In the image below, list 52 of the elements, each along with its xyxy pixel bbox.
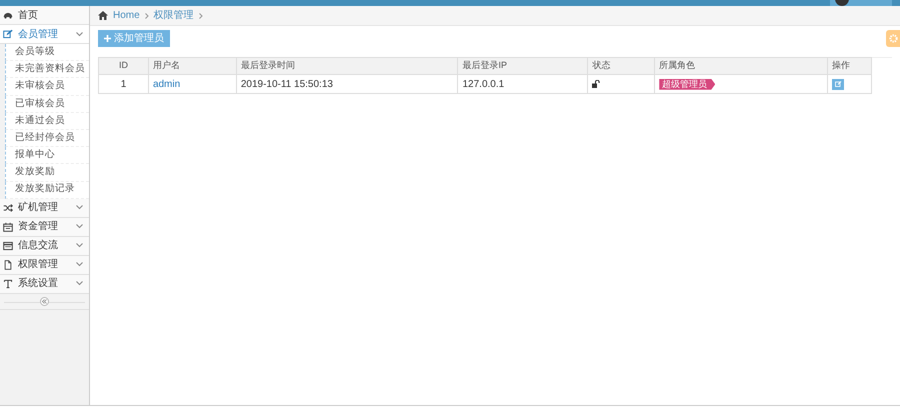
column-header: 用户名 [148,58,236,74]
double-chevron-left-icon [42,298,47,304]
edit-button[interactable] [832,78,844,90]
column-header: 状态 [588,58,655,74]
settings-icon [888,34,898,43]
window-icon [3,240,13,251]
submenu-item[interactable]: 已经封停会员 [5,130,89,148]
table-cell: 127.0.0.1 [458,74,588,94]
chevron-down-icon [76,281,83,286]
role-tag: 超级管理员 [659,78,716,90]
table-cell: 1 [98,74,148,94]
sidebar-menu-item[interactable]: 会员管理 [0,25,89,44]
edit-icon [3,29,13,39]
submenu-item[interactable]: 已审核会员 [5,96,89,113]
sidebar-menu-item[interactable]: 系统设置 [0,274,89,294]
dashboard-icon [3,10,13,20]
user-menu[interactable] [830,0,892,6]
submenu-item[interactable]: 未审核会员 [5,78,89,96]
column-header: 最后登录时间 [236,58,458,74]
collapse-sidebar-button[interactable] [40,296,49,306]
chevron-down-icon [76,32,83,36]
sidebar-menu-item[interactable]: 首页 [0,6,89,25]
chevron-down-icon [76,243,83,248]
home-icon [98,11,108,20]
edit-icon [834,81,842,87]
username-link[interactable]: admin [152,78,180,90]
chevron-right-icon [198,12,203,18]
sidebar-menu-item[interactable]: 权限管理 [0,256,89,275]
text-icon [3,278,13,289]
column-header: ID [98,58,148,74]
submenu-item[interactable]: 发放奖励记录 [5,182,89,199]
submenu-item[interactable]: 发放奖励 [5,164,89,182]
submenu-item[interactable]: 未完善资料会员 [5,61,89,78]
column-header: 所属角色 [654,58,828,74]
chevron-down-icon [76,262,83,268]
sidebar-menu-item[interactable]: 资金管理 [0,218,89,237]
column-header: 最后登录IP [458,58,588,74]
unlock-icon[interactable] [592,80,600,88]
submenu-item[interactable]: 未通过会员 [5,112,89,130]
file-icon [3,260,13,270]
submenu-item[interactable]: 报单中心 [5,147,89,164]
chevron-right-icon [144,12,149,18]
column-header: 操作 [828,58,872,74]
sidebar-menu-item[interactable]: 信息交流 [0,236,89,256]
chevron-down-icon [76,224,83,230]
plus-icon [104,35,111,42]
shuffle-icon [3,202,13,213]
chevron-down-icon [76,205,83,210]
submenu-item[interactable]: 会员等级 [5,44,89,62]
calendar-icon [3,222,13,232]
sidebar-menu-item[interactable]: 矿机管理 [0,198,89,218]
table-cell: 2019-10-11 15:50:13 [236,74,458,94]
